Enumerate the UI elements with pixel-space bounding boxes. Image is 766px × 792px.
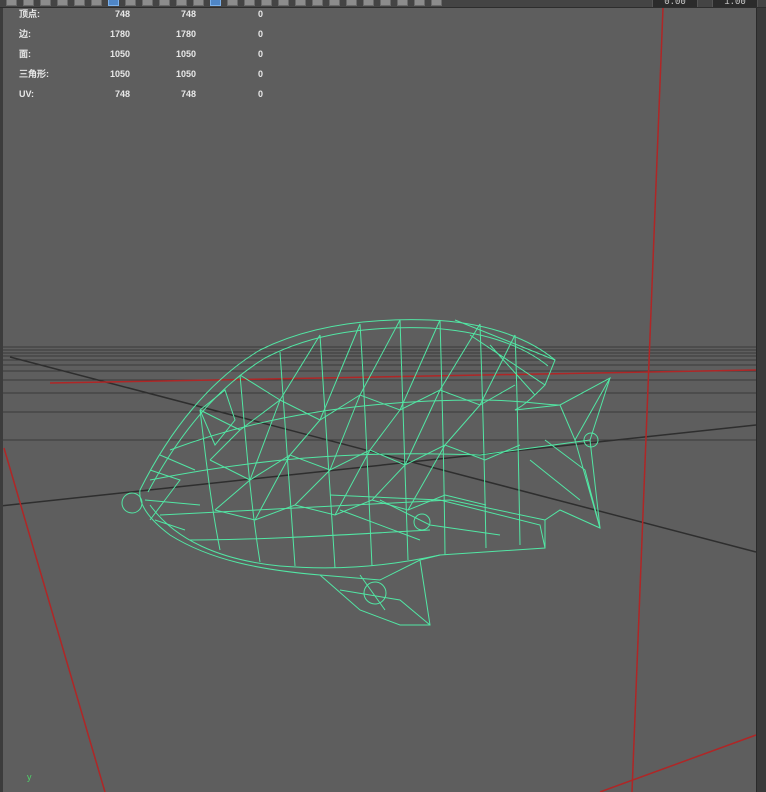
texture-icon[interactable] xyxy=(244,0,255,6)
select-icon[interactable] xyxy=(6,0,17,6)
light-icon[interactable] xyxy=(278,0,289,6)
camera-lines-red xyxy=(3,7,757,792)
grid-icon[interactable] xyxy=(108,0,119,6)
paint-icon[interactable] xyxy=(40,0,51,6)
hud-value: 1780 xyxy=(109,29,130,39)
hud-value: 0 xyxy=(257,49,263,59)
shadow-icon[interactable] xyxy=(295,0,306,6)
grid2-icon[interactable] xyxy=(125,0,136,6)
frame-icon[interactable] xyxy=(159,0,170,6)
hud-value: 1050 xyxy=(175,69,196,79)
view-icon[interactable] xyxy=(431,0,442,6)
viewport-border-left xyxy=(0,0,3,792)
hud-value: 0 xyxy=(257,9,263,19)
hud-value: 1780 xyxy=(175,29,196,39)
gamma-field[interactable]: 1.00 xyxy=(712,0,758,7)
frame2-icon[interactable] xyxy=(193,0,204,6)
hud-label: 边: xyxy=(19,29,31,39)
hud-label: UV: xyxy=(19,89,35,99)
hud-value: 0 xyxy=(257,29,263,39)
hud-value: 748 xyxy=(180,9,196,19)
hud-value: 1050 xyxy=(109,49,130,59)
checker-icon[interactable] xyxy=(261,0,272,6)
exposure-field[interactable]: 0.00 xyxy=(652,0,698,7)
grid-floor xyxy=(0,346,766,441)
scene-canvas[interactable] xyxy=(0,0,766,792)
scale-icon[interactable] xyxy=(91,0,102,6)
lasso-icon[interactable] xyxy=(23,0,34,6)
wireframe-icon[interactable] xyxy=(210,0,221,6)
hud-value: 748 xyxy=(180,89,196,99)
hud-value: 1050 xyxy=(175,49,196,59)
axis-gizmo-y-label: y xyxy=(27,772,32,782)
hud-label: 面: xyxy=(19,49,31,59)
snap-icon[interactable] xyxy=(363,0,374,6)
hud-value: 748 xyxy=(114,9,130,19)
aa-icon[interactable] xyxy=(329,0,340,6)
hud-value: 0 xyxy=(257,69,263,79)
hud-label: 三角形: xyxy=(19,69,49,79)
film-icon[interactable] xyxy=(176,0,187,6)
viewport-panel[interactable]: 0.00 1.00 顶点: 748 748 0 边: 1780 1780 0 面… xyxy=(0,0,766,792)
move-icon[interactable] xyxy=(57,0,68,6)
viewport-toolbar: 0.00 1.00 xyxy=(0,0,766,8)
hud-value: 0 xyxy=(257,89,263,99)
hud-value: 748 xyxy=(114,89,130,99)
hud-value: 1050 xyxy=(109,69,130,79)
isolate-icon[interactable] xyxy=(380,0,391,6)
hud-icon[interactable] xyxy=(346,0,357,6)
camera-icon[interactable] xyxy=(142,0,153,6)
hud-label: 顶点: xyxy=(19,9,40,19)
smooth-icon[interactable] xyxy=(227,0,238,6)
tool-icon[interactable] xyxy=(414,0,425,6)
rotate-icon[interactable] xyxy=(74,0,85,6)
viewport-border-right xyxy=(756,0,766,792)
ao-icon[interactable] xyxy=(312,0,323,6)
xray-icon[interactable] xyxy=(397,0,408,6)
